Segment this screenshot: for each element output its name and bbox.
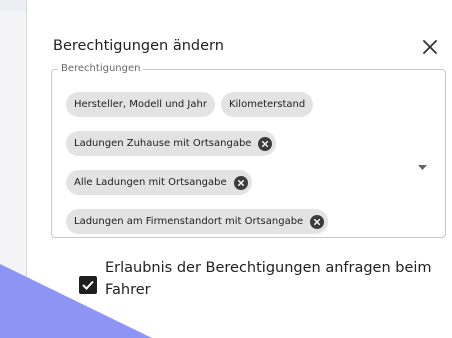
permissions-legend: Berechtigungen — [61, 63, 141, 74]
chip-remove-icon[interactable] — [233, 175, 248, 190]
close-button[interactable] — [419, 36, 441, 58]
chip-remove-icon[interactable] — [310, 214, 325, 229]
consent-label: Erlaubnis der Berechtigungen anfragen be… — [105, 260, 432, 298]
permissions-select[interactable]: Berechtigungen Hersteller, Modell und Ja… — [51, 64, 446, 238]
permission-chip-label: Hersteller, Modell und Jahr — [74, 99, 207, 110]
chip-remove-icon[interactable] — [258, 136, 273, 151]
permission-chip-label: Ladungen Zuhause mit Ortsangabe — [74, 138, 252, 149]
permission-chip: Alle Ladungen mit Ortsangabe — [66, 170, 252, 195]
edit-permissions-dialog: Berechtigungen ändern Berechtigungen Her… — [26, 0, 452, 338]
dialog-title: Berechtigungen ändern — [53, 38, 224, 54]
dropdown-arrow-icon[interactable] — [416, 162, 428, 172]
permission-chip-label: Ladungen am Firmenstandort mit Ortsangab… — [74, 216, 304, 227]
permission-chip: Kilometerstand — [220, 92, 314, 117]
permission-chip: Ladungen am Firmenstandort mit Ortsangab… — [66, 209, 329, 234]
checkmark-icon — [82, 280, 94, 290]
permission-chip-label: Alle Ladungen mit Ortsangabe — [74, 177, 227, 188]
close-icon — [423, 40, 437, 54]
permission-chip: Ladungen Zuhause mit Ortsangabe — [66, 131, 277, 156]
permission-chip-label: Kilometerstand — [228, 99, 306, 110]
permission-chip-list: Hersteller, Modell und Jahr Kilometersta… — [66, 92, 396, 234]
consent-checkbox[interactable] — [79, 276, 97, 294]
permission-chip: Hersteller, Modell und Jahr — [66, 92, 215, 117]
